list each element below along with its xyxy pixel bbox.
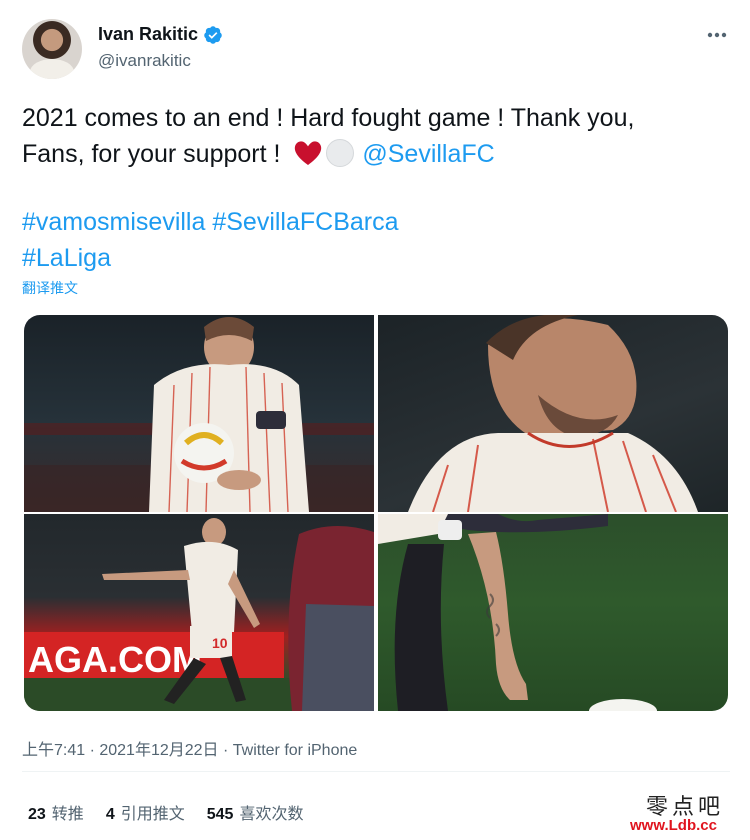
tweet-text: 2021 comes to an end ! Hard fought game … <box>22 100 732 172</box>
shirt-number: 10 <box>212 635 228 651</box>
quote-tweets-stat[interactable]: 4 引用推文 <box>106 800 185 824</box>
author-name[interactable]: Ivan Rakitic <box>98 24 198 45</box>
more-options-icon[interactable] <box>704 24 730 46</box>
translate-tweet-link[interactable]: 翻译推文 <box>22 278 78 298</box>
watermark-url: www.Ldb.cc <box>630 817 717 834</box>
quotes-count: 4 <box>105 806 115 823</box>
author-name-row[interactable]: Ivan Rakitic <box>98 24 223 45</box>
photo-dribbling-art: AGA.COM 10 <box>24 518 374 711</box>
tweet-timestamp[interactable]: 上午7:41 · 2021年12月22日 · Twitter for iPhon… <box>22 736 357 760</box>
likes-stat[interactable]: 545 喜欢次数 <box>207 800 304 824</box>
avatar-shirt <box>30 59 74 79</box>
author-avatar[interactable] <box>22 19 82 79</box>
hashtags-line-2[interactable]: #LaLiga <box>22 240 399 276</box>
site-watermark: 零点吧 www.Ldb.cc <box>630 787 748 837</box>
stadium-banner-text: AGA.COM <box>28 639 202 680</box>
engagement-stats: 23 转推 4 引用推文 545 喜欢次数 <box>28 800 303 824</box>
tweet-line-1: 2021 comes to an end ! Hard fought game … <box>22 104 635 132</box>
red-heart-emoji-icon <box>295 141 322 165</box>
media-grid: AGA.COM 10 <box>24 315 728 711</box>
photo-placing-ball-art <box>378 514 657 711</box>
mention-sevillafc-link[interactable]: @SevillaFC <box>362 140 494 168</box>
hashtags: #vamosmisevilla #SevillaFCBarca #LaLiga <box>22 204 399 276</box>
photo-holding-ball-art <box>24 317 374 512</box>
retweets-label: 转推 <box>51 806 84 823</box>
tweet-line-2: Fans, for your support ! @SevillaFC <box>22 136 732 172</box>
stats-divider <box>22 771 730 772</box>
tweet-line-2-text: Fans, for your support ! <box>22 140 288 168</box>
photo-profile-closeup[interactable] <box>378 315 728 512</box>
quotes-label: 引用推文 <box>120 806 185 823</box>
likes-count: 545 <box>206 806 234 823</box>
likes-label: 喜欢次数 <box>239 806 304 823</box>
photo-holding-ball[interactable] <box>24 315 374 512</box>
photo-profile-closeup-art <box>408 315 698 512</box>
retweets-count: 23 <box>28 806 46 823</box>
photo-placing-ball[interactable] <box>378 514 728 711</box>
verified-badge-icon <box>204 25 222 44</box>
retweets-stat[interactable]: 23 转推 <box>28 800 84 824</box>
white-circle-emoji-icon <box>326 139 355 167</box>
photo-dribbling[interactable]: AGA.COM 10 <box>24 514 374 711</box>
hashtags-line-1[interactable]: #vamosmisevilla #SevillaFCBarca <box>22 204 399 240</box>
author-handle[interactable]: @ivanrakitic <box>98 51 191 71</box>
